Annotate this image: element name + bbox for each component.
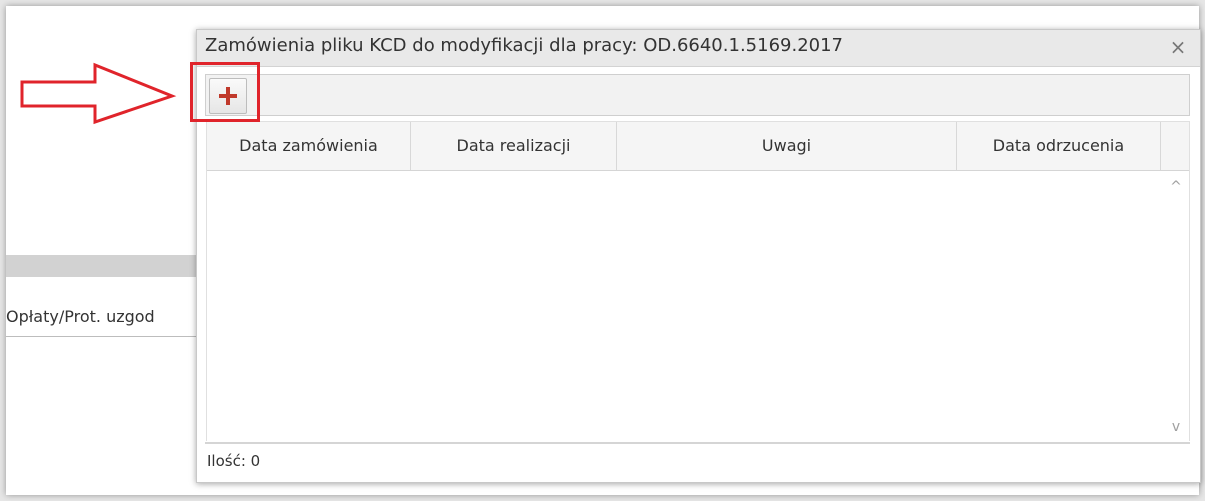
annotation-layer [20, 62, 177, 125]
annotation-arrow-icon [20, 62, 177, 125]
annotation-highlight-box [190, 62, 260, 122]
